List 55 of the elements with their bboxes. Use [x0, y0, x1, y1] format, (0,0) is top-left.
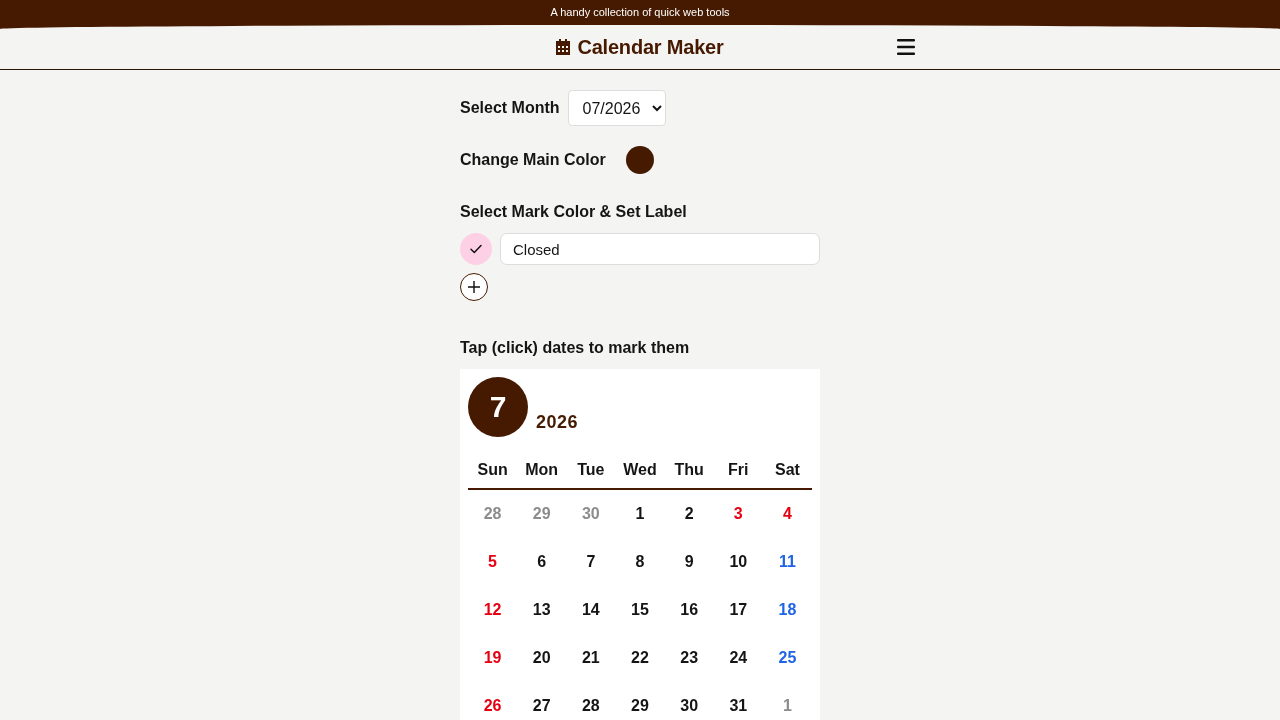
date-number[interactable]: 8: [635, 552, 645, 572]
date-number[interactable]: 17: [729, 600, 748, 620]
menu-button[interactable]: [897, 39, 915, 55]
date-number[interactable]: 1: [635, 504, 645, 524]
date-number[interactable]: 7: [586, 552, 596, 572]
weekday-label: Sun: [477, 460, 508, 480]
label-input[interactable]: Closed: [500, 233, 820, 265]
date-number[interactable]: 11: [778, 552, 796, 572]
date-number[interactable]: 27: [532, 696, 551, 716]
weekday-label: Wed: [623, 460, 657, 480]
date-number[interactable]: 9: [684, 552, 694, 572]
date-number[interactable]: 22: [631, 648, 649, 668]
mark-color-heading: Select Mark Color & Set Label: [460, 203, 688, 221]
date-number[interactable]: 23: [680, 648, 699, 668]
date-number[interactable]: 6: [537, 552, 547, 572]
add-button[interactable]: [460, 273, 488, 301]
date-number[interactable]: 30: [680, 696, 699, 716]
date-number[interactable]: 2: [684, 504, 694, 524]
date-number[interactable]: 16: [680, 600, 699, 620]
menu-icon: [897, 39, 915, 55]
year-label: 2026: [536, 412, 579, 434]
weekday-label: Mon: [525, 460, 559, 480]
date-number[interactable]: 24: [729, 648, 748, 668]
date-number[interactable]: 14: [581, 600, 600, 620]
date-number[interactable]: 15: [631, 600, 649, 620]
banner-text: A handy collection of quick web tools: [549, 5, 731, 20]
date-number[interactable]: 26: [483, 696, 502, 716]
weekday-label: Fri: [728, 460, 749, 480]
date-number[interactable]: 28: [581, 696, 600, 716]
date-number[interactable]: 25: [778, 648, 797, 668]
weekday-label: Thu: [674, 460, 704, 480]
date-number[interactable]: 31: [729, 696, 748, 716]
date-number[interactable]: 18: [778, 600, 797, 620]
date-number[interactable]: 5: [488, 552, 497, 572]
date-number[interactable]: 3: [733, 504, 743, 524]
date-number[interactable]: 13: [532, 600, 551, 620]
date-number[interactable]: 4: [782, 504, 792, 524]
date-number[interactable]: 19: [483, 648, 502, 668]
select-month-label: Select Month: [460, 99, 560, 117]
date-number[interactable]: 21: [581, 648, 600, 668]
main-color-label: Change Main Color: [460, 151, 606, 169]
app-title[interactable]: Calendar Maker: [577, 35, 724, 59]
weekday-label: Sat: [774, 460, 800, 480]
month-select[interactable]: 07/2026: [567, 90, 666, 126]
weekday-label: Tue: [577, 460, 605, 480]
date-number[interactable]: 10: [729, 552, 748, 572]
plus-icon: [468, 281, 480, 293]
date-number[interactable]: 20: [532, 648, 551, 668]
instruction-text: Tap (click) dates to mark them: [460, 339, 691, 357]
date-number[interactable]: 29: [631, 696, 649, 716]
month-number: 7: [468, 377, 528, 437]
date-number[interactable]: 12: [483, 600, 502, 620]
calendar-icon: [556, 39, 571, 55]
color-swatch-icon[interactable]: [460, 233, 492, 265]
color-swatch-icon[interactable]: [625, 146, 654, 174]
